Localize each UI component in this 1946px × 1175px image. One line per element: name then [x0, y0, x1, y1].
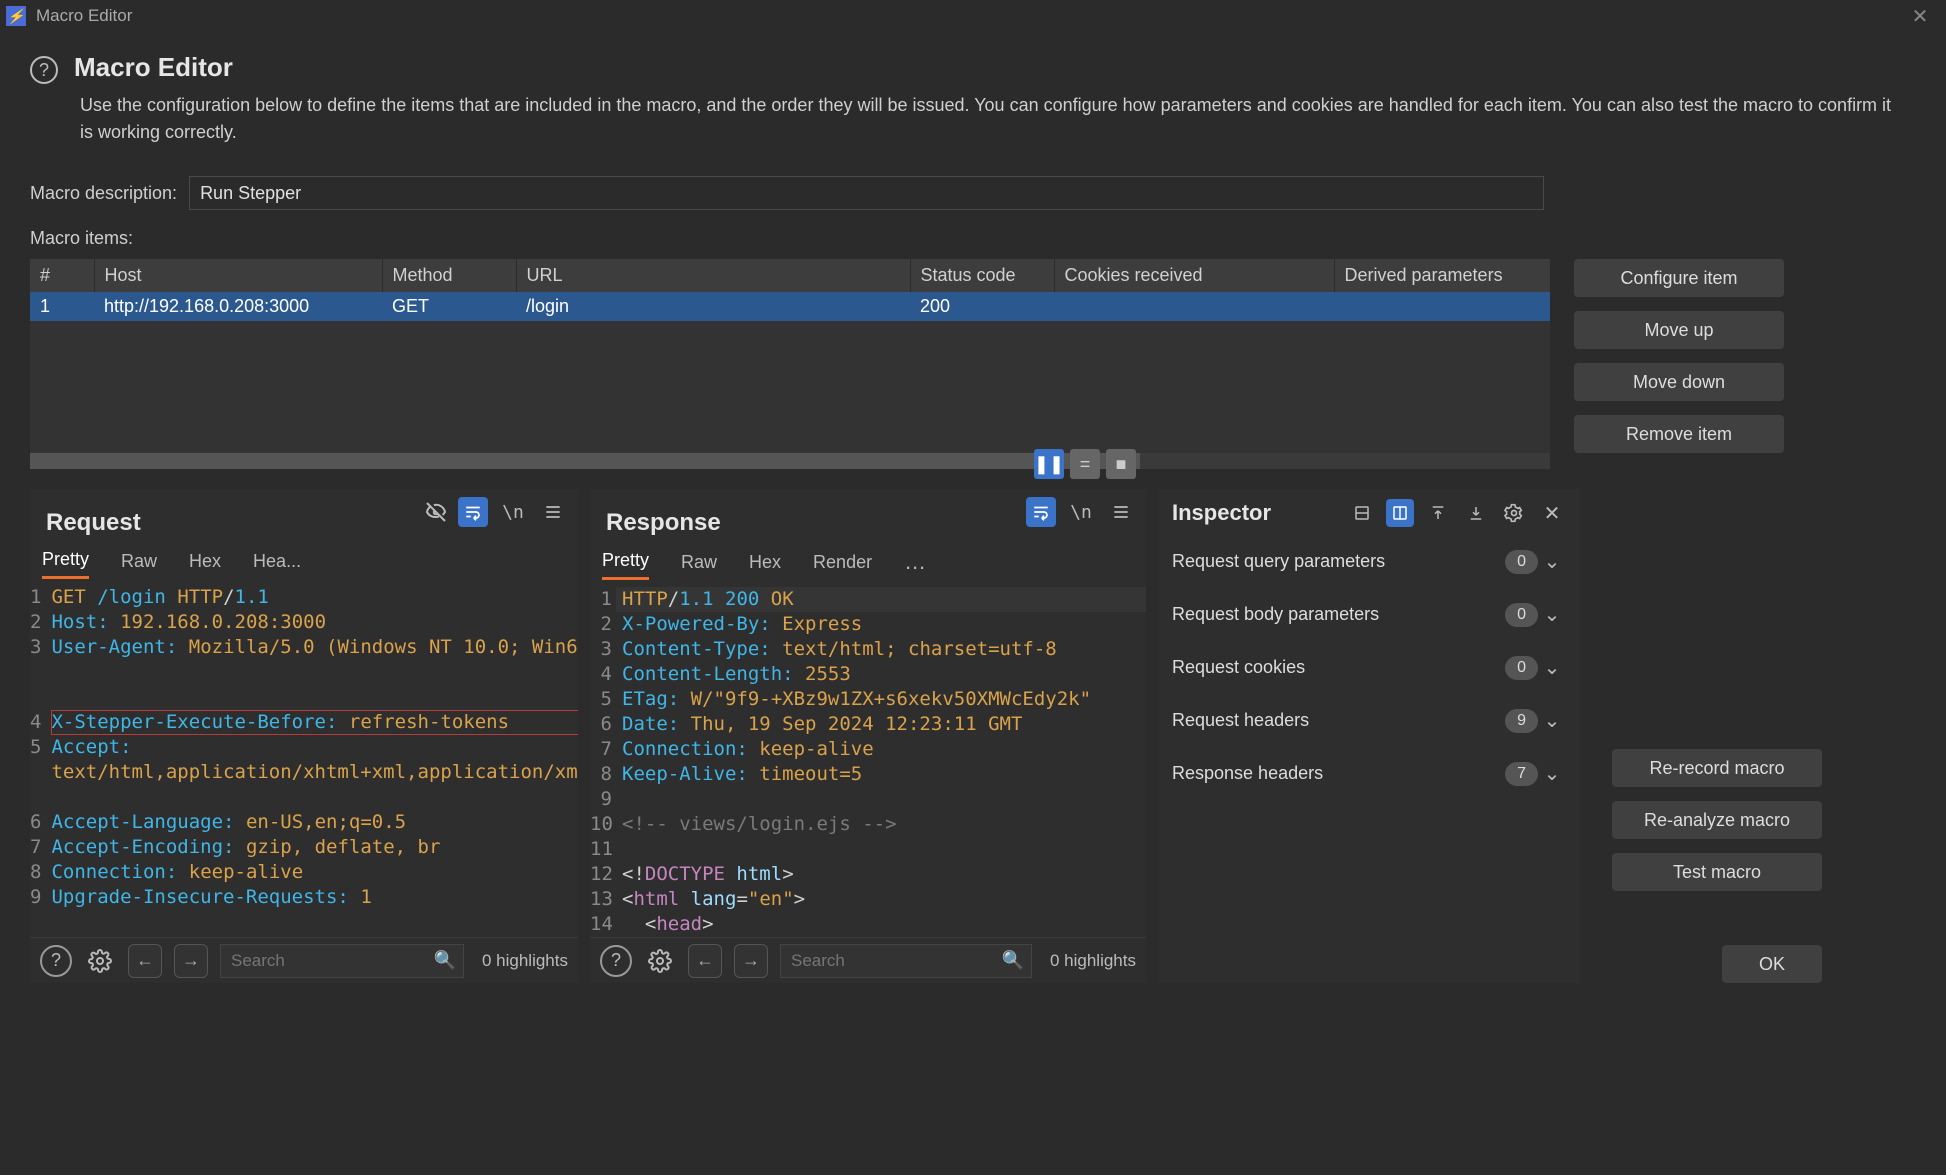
more-tabs-icon[interactable]: … [904, 549, 927, 581]
response-editor[interactable]: HTTP/1.1 200 OKX-Powered-By: ExpressCont… [616, 587, 1146, 937]
count-badge: 7 [1505, 762, 1538, 786]
tab-raw[interactable]: Raw [681, 552, 717, 579]
request-highlight-count: 0 highlights [476, 951, 568, 971]
column-header[interactable]: # [30, 259, 94, 292]
macro-items-table[interactable]: #HostMethodURLStatus codeCookies receive… [30, 259, 1550, 321]
inspector-title: Inspector [1172, 500, 1271, 526]
inspector-row[interactable]: Request cookies 0⌄ [1158, 641, 1580, 694]
chevron-down-icon[interactable]: ⌄ [1538, 761, 1566, 786]
gear-icon[interactable] [84, 945, 116, 977]
table-horizontal-scrollbar[interactable] [30, 453, 1550, 469]
chevron-down-icon[interactable]: ⌄ [1538, 602, 1566, 627]
macro-description-label: Macro description: [30, 183, 177, 204]
count-badge: 9 [1505, 709, 1538, 733]
layout-columns-icon[interactable] [1386, 499, 1414, 527]
count-badge: 0 [1505, 656, 1538, 680]
pause-icon[interactable]: ❚❚ [1034, 449, 1064, 479]
help-icon[interactable]: ? [30, 56, 58, 84]
chevron-down-icon[interactable]: ⌄ [1538, 655, 1566, 680]
window-title: Macro Editor [36, 6, 132, 26]
search-icon[interactable]: 🔍 [434, 950, 456, 971]
inspector-row[interactable]: Request headers 9⌄ [1158, 694, 1580, 747]
prev-match-button[interactable]: ← [688, 944, 722, 978]
collapse-up-icon[interactable] [1424, 499, 1452, 527]
test-macro-button[interactable]: Test macro [1612, 853, 1822, 891]
chevron-down-icon[interactable]: ⌄ [1538, 708, 1566, 733]
tab-hex[interactable]: Hex [189, 551, 221, 578]
gear-icon[interactable] [1500, 499, 1528, 527]
page-title: Macro Editor [74, 52, 233, 83]
help-icon[interactable]: ? [600, 945, 632, 977]
table-row[interactable]: 1http://192.168.0.208:3000GET/login200 [30, 292, 1550, 321]
newline-icon[interactable]: \n [1066, 497, 1096, 527]
tab-pretty[interactable]: Pretty [42, 549, 89, 579]
remove-item-button[interactable]: Remove item [1574, 415, 1784, 453]
re-record-macro-button[interactable]: Re-record macro [1612, 749, 1822, 787]
move-up-button[interactable]: Move up [1574, 311, 1784, 349]
macro-items-label: Macro items: [30, 228, 1916, 249]
count-badge: 0 [1505, 603, 1538, 627]
layout-rows-icon[interactable] [1348, 499, 1376, 527]
stop-icon[interactable]: ■ [1106, 449, 1136, 479]
inspector-row-label: Request body parameters [1172, 604, 1379, 625]
gear-icon[interactable] [644, 945, 676, 977]
equals-icon[interactable]: = [1070, 449, 1100, 479]
request-pane: \n Request PrettyRawHexHea... 123456789 … [30, 489, 578, 983]
response-highlight-count: 0 highlights [1044, 951, 1136, 971]
hamburger-icon[interactable] [1106, 497, 1136, 527]
app-icon: ⚡ [6, 6, 26, 26]
column-header[interactable]: Cookies received [1054, 259, 1334, 292]
help-icon[interactable]: ? [40, 945, 72, 977]
response-pane: ❚❚ = ■ \n Response PrettyRawHexRender… 1… [590, 489, 1146, 983]
inspector-row[interactable]: Response headers 7⌄ [1158, 747, 1580, 800]
tab-hex[interactable]: Hex [749, 552, 781, 579]
inspector-row[interactable]: Request body parameters 0⌄ [1158, 588, 1580, 641]
tab-pretty[interactable]: Pretty [602, 550, 649, 580]
response-search-input[interactable] [780, 944, 1032, 978]
newline-icon[interactable]: \n [498, 497, 528, 527]
configure-item-button[interactable]: Configure item [1574, 259, 1784, 297]
prev-match-button[interactable]: ← [128, 944, 162, 978]
request-search-input[interactable] [220, 944, 464, 978]
close-icon[interactable]: ✕ [1538, 499, 1566, 527]
tab-hea[interactable]: Hea... [253, 551, 301, 578]
column-header[interactable]: Derived parameters [1334, 259, 1550, 292]
macro-description-input[interactable] [189, 176, 1544, 210]
move-down-button[interactable]: Move down [1574, 363, 1784, 401]
inspector-row-label: Response headers [1172, 763, 1323, 784]
inspector-panel: Inspector [1158, 489, 1580, 983]
column-header[interactable]: Status code [910, 259, 1054, 292]
next-match-button[interactable]: → [174, 944, 208, 978]
intro-text: Use the configuration below to define th… [80, 92, 1900, 146]
inspector-row-label: Request query parameters [1172, 551, 1385, 572]
wrap-toggle-button[interactable] [458, 497, 488, 527]
request-editor[interactable]: GET /login HTTP/1.1Host: 192.168.0.208:3… [45, 585, 578, 937]
column-header[interactable]: URL [516, 259, 910, 292]
inspector-row[interactable]: Request query parameters 0⌄ [1158, 535, 1580, 588]
wrap-toggle-button[interactable] [1026, 497, 1056, 527]
eye-off-icon[interactable] [424, 500, 448, 524]
column-header[interactable]: Method [382, 259, 516, 292]
tab-render[interactable]: Render [813, 552, 872, 579]
inspector-row-label: Request cookies [1172, 657, 1305, 678]
ok-button[interactable]: OK [1722, 945, 1822, 983]
next-match-button[interactable]: → [734, 944, 768, 978]
window-titlebar: ⚡ Macro Editor ✕ [0, 0, 1946, 32]
column-header[interactable]: Host [94, 259, 382, 292]
chevron-down-icon[interactable]: ⌄ [1538, 549, 1566, 574]
tab-raw[interactable]: Raw [121, 551, 157, 578]
hamburger-icon[interactable] [538, 497, 568, 527]
re-analyze-macro-button[interactable]: Re-analyze macro [1612, 801, 1822, 839]
window-close-button[interactable]: ✕ [1898, 3, 1942, 29]
count-badge: 0 [1505, 550, 1538, 574]
collapse-down-icon[interactable] [1462, 499, 1490, 527]
search-icon[interactable]: 🔍 [1002, 950, 1024, 971]
inspector-row-label: Request headers [1172, 710, 1309, 731]
